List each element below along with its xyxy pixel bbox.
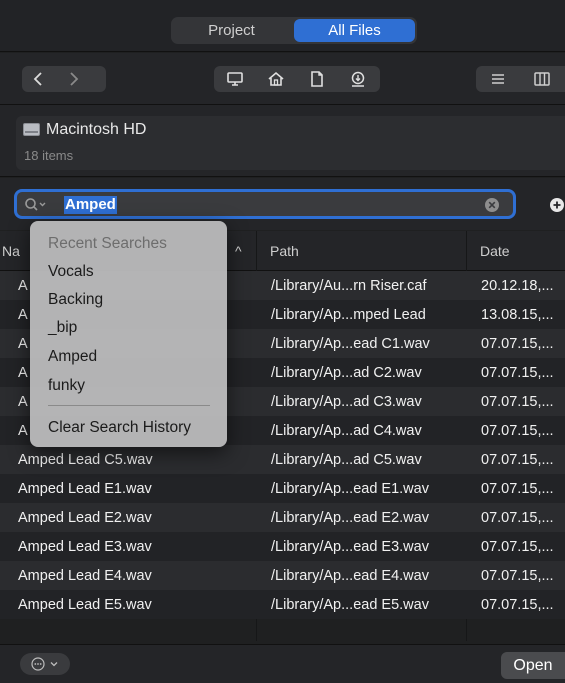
menu-item-recent[interactable]: funky	[48, 377, 85, 395]
cell-name: Amped Lead E4.wav	[18, 567, 152, 584]
cell-path: /Library/Ap...ead E5.wav	[271, 596, 429, 613]
cell-date: 13.08.15,...	[481, 306, 554, 323]
cell-path: /Library/Ap...ad C5.wav	[271, 451, 422, 468]
cell-path: /Library/Ap...ad C3.wav	[271, 393, 422, 410]
home-button[interactable]	[255, 66, 296, 92]
computer-button[interactable]	[214, 66, 255, 92]
cell-date: 07.07.15,...	[481, 567, 554, 584]
document-icon	[310, 71, 323, 87]
cell-date: 07.07.15,...	[481, 364, 554, 381]
cell-date: 07.07.15,...	[481, 451, 554, 468]
cell-path: /Library/Ap...ad C4.wav	[271, 422, 422, 439]
chevron-left-icon	[33, 72, 42, 86]
bottom-bar	[0, 644, 565, 683]
chevron-down-icon	[50, 662, 58, 667]
cell-path: /Library/Ap...ead C1.wav	[271, 335, 430, 352]
cell-name: Amped Lead E5.wav	[18, 596, 152, 613]
back-button[interactable]	[22, 66, 56, 92]
hard-drive-icon	[23, 123, 40, 136]
column-header-name[interactable]: Na	[2, 231, 20, 271]
cell-path: /Library/Au...rn Riser.caf	[271, 277, 427, 294]
downloads-button[interactable]	[337, 66, 378, 92]
cell-path: /Library/Ap...ead E4.wav	[271, 567, 429, 584]
documents-button[interactable]	[296, 66, 337, 92]
menu-item-clear-search-history[interactable]: Clear Search History	[48, 419, 191, 437]
table-row[interactable]: Amped Lead E2.wav/Library/Ap...ead E2.wa…	[0, 503, 565, 532]
table-row[interactable]: Amped Lead E3.wav/Library/Ap...ead E3.wa…	[0, 532, 565, 561]
menu-separator	[48, 405, 210, 406]
tab-project[interactable]: Project	[171, 17, 292, 44]
cell-name: Amped Lead E1.wav	[18, 480, 152, 497]
menu-item-recent[interactable]: Amped	[48, 348, 97, 366]
menu-item-recent[interactable]: Backing	[48, 291, 103, 309]
table-row[interactable]: Amped Lead C5.wav/Library/Ap...ad C5.wav…	[0, 445, 565, 474]
column-header-date[interactable]: Date	[480, 231, 510, 271]
column-view-icon	[534, 72, 550, 86]
cell-name: Amped Lead E3.wav	[18, 538, 152, 555]
ellipsis-icon	[31, 657, 45, 671]
location-item-count: 18 items	[24, 148, 74, 163]
downloads-icon	[351, 71, 364, 87]
source-segmented-control: Project All Files	[171, 17, 417, 44]
home-icon	[267, 71, 284, 86]
cell-date: 07.07.15,...	[481, 335, 554, 352]
location-shortcuts-group	[214, 66, 380, 92]
cell-date: 07.07.15,...	[481, 596, 554, 613]
cell-path: /Library/Ap...ad C2.wav	[271, 364, 422, 381]
history-nav-group	[22, 66, 106, 92]
column-view-button[interactable]	[520, 66, 564, 92]
list-view-button[interactable]	[476, 66, 520, 92]
cell-date: 07.07.15,...	[481, 480, 554, 497]
cell-path: /Library/Ap...ead E3.wav	[271, 538, 429, 555]
add-icon[interactable]	[546, 196, 564, 214]
menu-item-recent[interactable]: Vocals	[48, 263, 94, 281]
cell-path: /Library/Ap...ead E2.wav	[271, 509, 429, 526]
cell-path: /Library/Ap...mped Lead	[271, 306, 426, 323]
location-title: Macintosh HD	[46, 121, 147, 138]
search-icon[interactable]	[24, 197, 48, 213]
tab-all-files[interactable]: All Files	[294, 19, 415, 42]
list-view-icon	[492, 74, 504, 84]
cell-date: 07.07.15,...	[481, 538, 554, 555]
column-header-path[interactable]: Path	[270, 231, 299, 271]
sort-indicator-icon: ^	[235, 243, 242, 259]
view-mode-group	[476, 66, 565, 92]
cell-date: 07.07.15,...	[481, 509, 554, 526]
table-row[interactable]: Amped Lead E1.wav/Library/Ap...ead E1.wa…	[0, 474, 565, 503]
table-row[interactable]: Amped Lead E4.wav/Library/Ap...ead E4.wa…	[0, 561, 565, 590]
table-row[interactable]: Amped Lead E5.wav/Library/Ap...ead E5.wa…	[0, 590, 565, 619]
cell-date: 07.07.15,...	[481, 393, 554, 410]
more-actions-button[interactable]	[20, 653, 70, 675]
forward-button[interactable]	[56, 66, 90, 92]
cell-date: 07.07.15,...	[481, 422, 554, 439]
computer-icon	[226, 72, 243, 86]
cell-name: Amped Lead E2.wav	[18, 509, 152, 526]
cell-path: /Library/Ap...ead E1.wav	[271, 480, 429, 497]
cell-name: Amped Lead C5.wav	[18, 451, 153, 468]
clear-icon[interactable]	[484, 197, 500, 213]
menu-item-recent[interactable]: _bip	[48, 319, 77, 337]
menu-header-recent-searches: Recent Searches	[48, 235, 167, 252]
chevron-right-icon	[70, 72, 79, 86]
open-button[interactable]: Open	[501, 652, 565, 679]
cell-date: 20.12.18,...	[481, 277, 554, 294]
search-query-text: Amped	[64, 196, 117, 214]
